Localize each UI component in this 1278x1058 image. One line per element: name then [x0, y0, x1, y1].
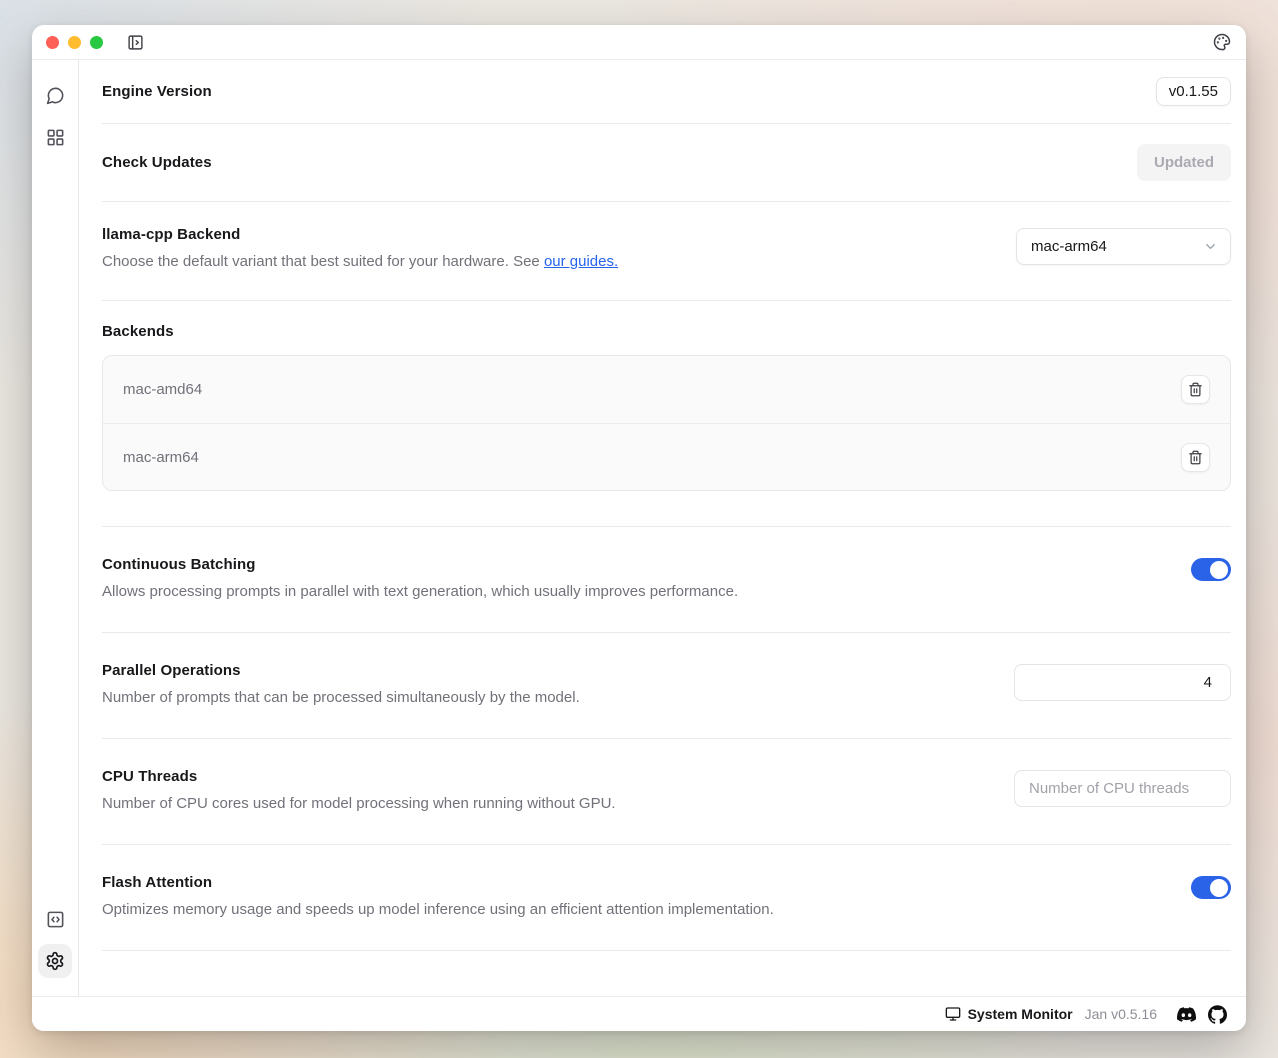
setting-row-llamacpp-backend: llama-cpp Backend Choose the default var…	[102, 202, 1231, 301]
cpu-threads-label: CPU Threads	[102, 768, 616, 785]
continuous-batching-toggle[interactable]	[1191, 558, 1231, 581]
backend-description: Choose the default variant that best sui…	[102, 253, 618, 270]
flash-attention-description: Optimizes memory usage and speeds up mod…	[102, 901, 774, 918]
system-monitor-button[interactable]: System Monitor	[945, 1006, 1073, 1022]
engine-version-label: Engine Version	[102, 83, 212, 100]
backend-list-item: mac-arm64	[103, 423, 1230, 490]
setting-row-engine-version: Engine Version v0.1.55	[102, 60, 1231, 124]
cpu-threads-input[interactable]	[1014, 770, 1231, 807]
settings-panel: Engine Version v0.1.55 Check Updates Upd…	[79, 60, 1246, 996]
status-bar: System Monitor Jan v0.5.16	[32, 996, 1246, 1031]
backends-list: mac-amd64 mac-arm64	[102, 355, 1231, 491]
check-updates-button[interactable]: Updated	[1137, 144, 1231, 181]
setting-row-continuous-batching: Continuous Batching Allows processing pr…	[102, 527, 1231, 633]
backend-name: mac-arm64	[123, 449, 199, 466]
zoom-button[interactable]	[90, 36, 103, 49]
setting-row-backends: Backends mac-amd64 mac-arm64	[102, 301, 1231, 527]
trash-icon	[1188, 382, 1203, 397]
trash-icon	[1188, 450, 1203, 465]
sidebar-item-local-api-server[interactable]	[38, 902, 72, 936]
desktop-background: { "titlebar": {}, "settings": { "engine_…	[0, 0, 1278, 1058]
backend-label: llama-cpp Backend	[102, 226, 618, 243]
setting-row-flash-attention: Flash Attention Optimizes memory usage a…	[102, 845, 1231, 951]
flash-attention-label: Flash Attention	[102, 874, 774, 891]
parallel-operations-description: Number of prompts that can be processed …	[102, 689, 580, 706]
backend-name: mac-amd64	[123, 381, 202, 398]
discord-icon[interactable]	[1175, 1005, 1198, 1024]
parallel-operations-label: Parallel Operations	[102, 662, 580, 679]
chat-bubble-icon	[46, 86, 65, 105]
system-monitor-label: System Monitor	[968, 1006, 1073, 1022]
grid-icon	[46, 128, 65, 147]
github-icon[interactable]	[1206, 1005, 1229, 1024]
left-sidebar	[32, 60, 79, 996]
minimize-button[interactable]	[68, 36, 81, 49]
delete-backend-button[interactable]	[1181, 375, 1210, 404]
backends-label: Backends	[102, 323, 1231, 340]
monitor-icon	[945, 1006, 961, 1022]
app-window: Engine Version v0.1.55 Check Updates Upd…	[32, 25, 1246, 1031]
gear-icon	[45, 951, 65, 971]
setting-row-cpu-threads: CPU Threads Number of CPU cores used for…	[102, 739, 1231, 845]
code-square-icon	[46, 910, 65, 929]
sidebar-item-settings[interactable]	[38, 944, 72, 978]
parallel-operations-input[interactable]	[1014, 664, 1231, 701]
cpu-threads-description: Number of CPU cores used for model proce…	[102, 795, 616, 812]
check-updates-label: Check Updates	[102, 154, 212, 171]
traffic-lights	[46, 36, 103, 49]
app-version: Jan v0.5.16	[1085, 1006, 1157, 1022]
theme-palette-icon[interactable]	[1212, 32, 1232, 52]
titlebar	[32, 25, 1246, 60]
engine-version-badge: v0.1.55	[1156, 77, 1231, 106]
guides-link[interactable]: our guides.	[544, 253, 618, 270]
backend-variant-selected: mac-arm64	[1031, 238, 1107, 255]
chevron-down-icon	[1203, 239, 1218, 254]
continuous-batching-label: Continuous Batching	[102, 556, 738, 573]
flash-attention-toggle[interactable]	[1191, 876, 1231, 899]
backend-variant-select[interactable]: mac-arm64	[1016, 228, 1231, 265]
app-body: Engine Version v0.1.55 Check Updates Upd…	[32, 60, 1246, 996]
setting-row-parallel-operations: Parallel Operations Number of prompts th…	[102, 633, 1231, 739]
continuous-batching-description: Allows processing prompts in parallel wi…	[102, 583, 738, 600]
setting-row-check-updates: Check Updates Updated	[102, 124, 1231, 202]
sidebar-item-hub[interactable]	[38, 120, 72, 154]
sidebar-toggle-icon[interactable]	[125, 32, 145, 52]
backend-list-item: mac-amd64	[103, 356, 1230, 423]
close-button[interactable]	[46, 36, 59, 49]
sidebar-item-chat[interactable]	[38, 78, 72, 112]
delete-backend-button[interactable]	[1181, 443, 1210, 472]
